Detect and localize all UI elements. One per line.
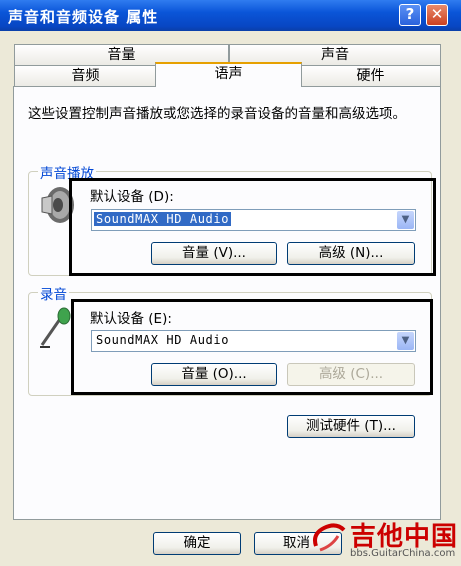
title-bar[interactable]: 声音和音频设备 属性 ? ✕ [0, 0, 461, 31]
playback-volume-button[interactable]: 音量 (V)... [151, 242, 277, 265]
playback-device-label: 默认设备 (D): [90, 189, 174, 205]
recording-advanced-button: 高级 (C)... [287, 363, 415, 386]
recording-device-select[interactable]: SoundMAX HD Audio ▼ [91, 330, 416, 352]
microphone-icon [40, 307, 71, 348]
recording-volume-button[interactable]: 音量 (O)... [151, 363, 277, 386]
playback-device-value: SoundMAX HD Audio [94, 212, 232, 226]
test-hardware-button[interactable]: 测试硬件 (T)... [287, 415, 415, 438]
window-title: 声音和音频设备 属性 [8, 8, 159, 26]
help-button[interactable]: ? [399, 4, 421, 26]
recording-device-label: 默认设备 (E): [90, 311, 172, 327]
tab-audio[interactable]: 音频 [14, 65, 157, 86]
watermark-url: bbs.GuitarChina.com [350, 548, 456, 559]
recording-device-value: SoundMAX HD Audio [96, 333, 230, 347]
playback-advanced-button[interactable]: 高级 (N)... [287, 242, 415, 265]
description-text: 这些设置控制声音播放或您选择的录音设备的音量和高级选项。 [28, 106, 406, 122]
guitar-logo-icon [313, 523, 346, 552]
recording-group-label: 录音 [38, 283, 69, 303]
ok-button[interactable]: 确定 [153, 532, 241, 555]
tab-hardware[interactable]: 硬件 [300, 65, 441, 86]
properties-window: 声音和音频设备 属性 ? ✕ 音量 声音 音频 硬件 语声 这些设置控制声音播放… [0, 0, 461, 566]
close-button[interactable]: ✕ [426, 4, 448, 26]
chevron-down-icon[interactable]: ▼ [397, 332, 414, 350]
chevron-down-icon[interactable]: ▼ [397, 211, 414, 229]
playback-device-select[interactable]: SoundMAX HD Audio ▼ [91, 209, 416, 231]
tab-voice[interactable]: 语声 [155, 62, 302, 87]
